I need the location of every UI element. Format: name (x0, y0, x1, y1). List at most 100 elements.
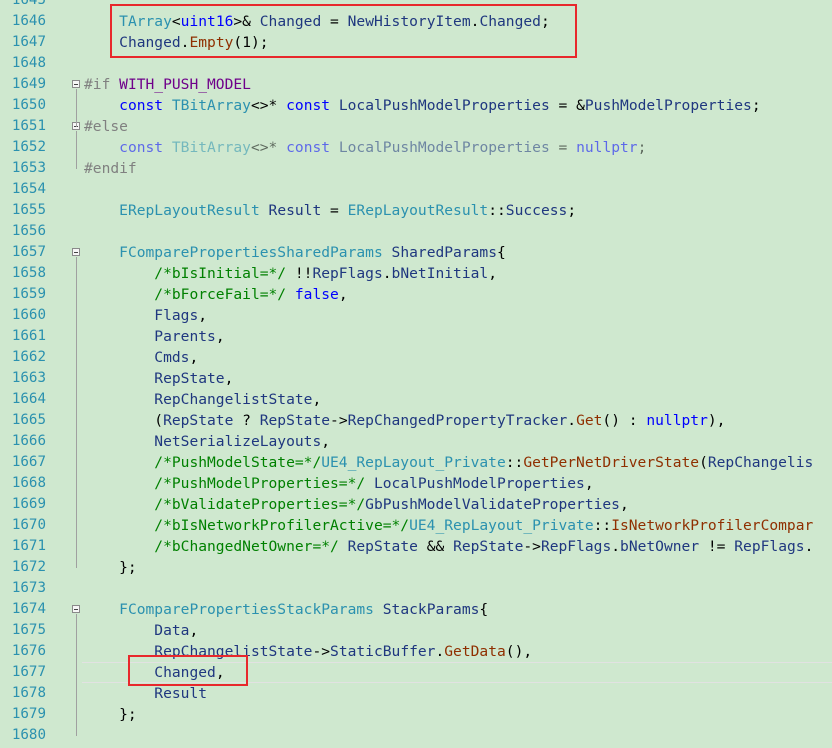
code-token: RepChangedPropertyTracker (347, 412, 568, 429)
code-token: RepFlags (312, 265, 383, 282)
code-token: const (286, 139, 331, 156)
code-token: ERepLayoutResult (119, 202, 260, 219)
code-line[interactable]: 1671 /*bChangedNetOwner=*/ RepState && R… (0, 536, 832, 557)
code-line[interactable]: 1670 /*bIsNetworkProfilerActive=*/UE4_Re… (0, 515, 832, 536)
collapse-icon[interactable] (72, 248, 80, 256)
code-token: RepFlags (734, 538, 805, 555)
code-line[interactable]: 1679 }; (0, 704, 832, 725)
line-number: 1669 (11, 496, 46, 512)
code-line[interactable]: 1675 Data, (0, 620, 832, 641)
line-number: 1654 (11, 181, 46, 197)
code-token: Result (268, 202, 322, 219)
code-line[interactable]: 1668 /*PushModelProperties=*/ LocalPushM… (0, 473, 832, 494)
code-token: RepState (163, 412, 234, 429)
code-token: , (189, 349, 199, 366)
line-text: ERepLayoutResult Result = ERepLayoutResu… (84, 200, 576, 221)
code-line[interactable]: 1669 /*bValidateProperties=*/GbPushModel… (0, 494, 832, 515)
code-line[interactable]: 1676 RepChangelistState->StaticBuffer.Ge… (0, 641, 832, 662)
code-line[interactable]: 1661 Parents, (0, 326, 832, 347)
code-line[interactable]: 1654 (0, 179, 832, 200)
code-token: RepChangelis (707, 454, 814, 471)
code-token: , (619, 496, 629, 513)
line-number: 1667 (11, 454, 46, 470)
code-token: IsNetworkProfilerCompar (611, 517, 814, 534)
code-token: RepState (347, 538, 418, 555)
code-line[interactable]: 1673 (0, 578, 832, 599)
code-line[interactable]: 1655 ERepLayoutResult Result = ERepLayou… (0, 200, 832, 221)
code-token: RepState (453, 538, 524, 555)
code-line[interactable]: 1678 Result (0, 683, 832, 704)
code-line[interactable]: 1672 }; (0, 557, 832, 578)
line-number: 1657 (11, 244, 46, 260)
code-token: , (224, 370, 234, 387)
code-editor[interactable]: 1645 1646 TArray<uint16>& Changed = NewHi… (0, 0, 832, 748)
code-token: . (382, 265, 392, 282)
code-token: , (584, 475, 594, 492)
code-token: SharedParams (391, 244, 497, 261)
line-number: 1653 (11, 160, 46, 176)
code-token: Parents (154, 328, 216, 345)
code-token: #else (84, 118, 128, 135)
line-text: const TBitArray<>* const LocalPushModelP… (84, 137, 646, 158)
line-number: 1646 (11, 13, 46, 29)
code-line[interactable]: 1674 FComparePropertiesStackParams Stack… (0, 599, 832, 620)
line-text: Result (84, 683, 207, 704)
code-token: const (119, 139, 164, 156)
collapse-icon[interactable] (72, 80, 80, 88)
code-line[interactable]: 1677 Changed, (0, 662, 832, 683)
collapse-icon[interactable] (72, 605, 80, 613)
code-token: WITH_PUSH_MODEL (119, 76, 251, 93)
code-line[interactable]: 1665 (RepState ? RepState->RepChangedPro… (0, 410, 832, 431)
code-line[interactable]: 1657 FComparePropertiesSharedParams Shar… (0, 242, 832, 263)
code-line[interactable]: 1662 Cmds, (0, 347, 832, 368)
code-line[interactable]: 1664 RepChangelistState, (0, 389, 832, 410)
code-line[interactable]: 1680 (0, 725, 832, 746)
code-line[interactable]: 1651 #else (0, 116, 832, 137)
code-token: }; (84, 559, 137, 576)
code-line[interactable]: 1650 const TBitArray<>* const LocalPushM… (0, 95, 832, 116)
code-token: . (567, 412, 577, 429)
code-token: Data (154, 622, 190, 639)
code-token: () : (602, 412, 647, 429)
code-line[interactable]: 1660 Flags, (0, 305, 832, 326)
code-line[interactable]: 1656 (0, 221, 832, 242)
code-token: }; (84, 706, 137, 723)
code-token: -> (330, 412, 348, 429)
line-number: 1677 (11, 664, 46, 680)
code-line[interactable]: 1653 #endif (0, 158, 832, 179)
line-number: 1665 (11, 412, 46, 428)
code-line[interactable]: 1667 /*PushModelState=*/UE4_RepLayout_Pr… (0, 452, 832, 473)
line-number: 1674 (11, 601, 46, 617)
code-line[interactable]: 1649 #if WITH_PUSH_MODEL (0, 74, 832, 95)
line-text: /*bIsNetworkProfilerActive=*/UE4_RepLayo… (84, 515, 813, 536)
highlight-box-changed-decl (110, 4, 577, 58)
line-text: const TBitArray<>* const LocalPushModelP… (84, 95, 760, 116)
line-text: Parents, (84, 326, 224, 347)
line-text: Flags, (84, 305, 207, 326)
code-token: Result (154, 685, 208, 702)
code-token: FComparePropertiesStackParams (119, 601, 374, 618)
code-token: GetPerNetDriverState (523, 454, 700, 471)
code-token: ERepLayoutResult (347, 202, 489, 219)
highlight-box-changed-arg (128, 655, 248, 686)
code-area[interactable]: 1645 1646 TArray<uint16>& Changed = NewHi… (0, 0, 832, 748)
code-token: . (804, 538, 814, 555)
line-number: 1648 (11, 55, 46, 71)
code-token: <>* (250, 139, 287, 156)
code-line[interactable]: 1663 RepState, (0, 368, 832, 389)
code-line[interactable]: 1658 /*bIsInitial=*/ !!RepFlags.bNetInit… (0, 263, 832, 284)
code-token: /*PushModelState=*/ (154, 454, 322, 471)
line-number: 1650 (11, 97, 46, 113)
code-line[interactable]: 1652 const TBitArray<>* const LocalPushM… (0, 137, 832, 158)
code-line[interactable]: 1666 NetSerializeLayouts, (0, 431, 832, 452)
code-line[interactable]: 1659 /*bForceFail=*/ false, (0, 284, 832, 305)
